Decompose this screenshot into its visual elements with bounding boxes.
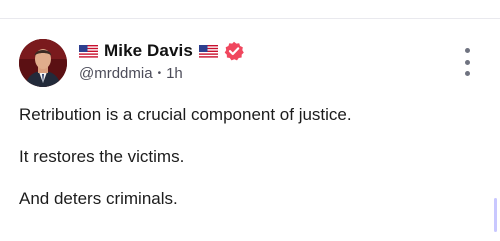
post-paragraph: It restores the victims. — [19, 147, 185, 166]
verified-badge-icon — [224, 41, 244, 61]
meta-separator: • — [157, 67, 162, 79]
more-options-button[interactable] — [458, 48, 476, 76]
avatar[interactable] — [19, 39, 67, 87]
scrollbar-thumb[interactable] — [494, 198, 497, 232]
us-flag-icon — [198, 44, 218, 58]
top-divider — [0, 18, 500, 19]
author-name[interactable]: Mike Davis — [104, 41, 193, 61]
meta-row: @mrddmia • 1h — [79, 65, 439, 82]
post-paragraph: Retribution is a crucial component of ju… — [19, 105, 352, 124]
name-row: Mike Davis — [79, 40, 439, 62]
us-flag-icon — [79, 44, 98, 58]
author-handle[interactable]: @mrddmia — [79, 65, 153, 82]
post-body: Retribution is a crucial component of ju… — [19, 104, 459, 230]
post-header: Mike Davis @mrddmia • 1h — [79, 40, 439, 82]
post-paragraph: And deters criminals. — [19, 189, 178, 208]
more-options-dot — [464, 59, 470, 65]
more-options-dot — [464, 48, 470, 53]
post-timestamp[interactable]: 1h — [166, 65, 183, 82]
more-options-dot — [464, 71, 470, 76]
